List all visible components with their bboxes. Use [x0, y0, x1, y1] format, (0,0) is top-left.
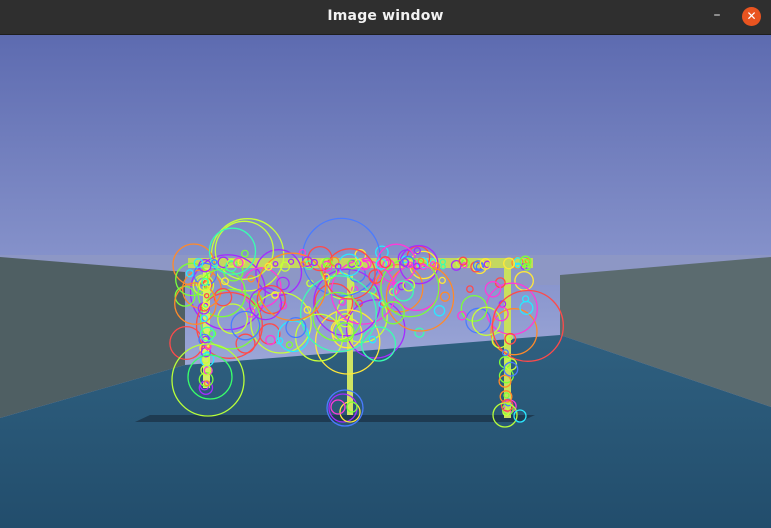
scene-render	[0, 35, 771, 528]
window-title: Image window	[327, 8, 444, 24]
image-window: Image window – ✕	[0, 0, 771, 528]
title-bar: Image window – ✕	[0, 0, 771, 35]
image-canvas	[0, 35, 771, 528]
table-shadow	[135, 415, 535, 422]
minimize-button[interactable]: –	[709, 8, 725, 25]
close-button[interactable]: ✕	[742, 7, 761, 26]
